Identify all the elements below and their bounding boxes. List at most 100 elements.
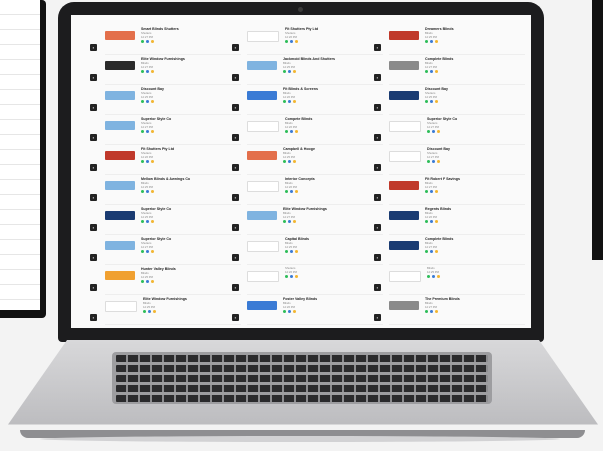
message-icon[interactable]: ▪ (374, 44, 381, 51)
message-icon[interactable]: ▪ (374, 104, 381, 111)
listing-card[interactable]: Superior Style Co Shutters 12:27 PM ▪ (90, 117, 241, 145)
listing-card[interactable]: Blinds 12:25 PM ▪ (374, 266, 525, 295)
phone-icon[interactable] (430, 190, 433, 194)
status-dot-icon (427, 130, 430, 134)
status-dot-icon (143, 310, 146, 314)
listing-card[interactable]: Smart Blinds Shutters Shutters 12:27 PM ▪ (90, 27, 241, 55)
phone-icon[interactable] (146, 220, 149, 224)
listing-card[interactable]: Campbell & Hooge Blinds 12:25 PM ▪ (232, 147, 383, 175)
business-logo (389, 31, 419, 40)
phone-icon[interactable] (146, 280, 149, 284)
listing-card[interactable]: Interior Concepts Blinds 12:26 PM ▪ (232, 177, 383, 205)
message-icon[interactable]: ▪ (90, 314, 97, 321)
phone-icon[interactable] (146, 100, 149, 104)
listing-card[interactable]: Elite Window Furnishings Blinds 12:25 PM ▪ (90, 297, 241, 325)
listing-card[interactable]: Complete Blinds Blinds 12:27 PM ▪ (374, 57, 525, 85)
status-dot-icon (141, 40, 144, 44)
message-icon[interactable]: ▪ (232, 224, 239, 231)
message-icon[interactable]: ▪ (374, 224, 381, 231)
listing-card[interactable]: Superior Style Co Shutters 12:25 PM ▪ (90, 207, 241, 235)
phone-icon[interactable] (432, 275, 435, 279)
listing-card[interactable]: Fit Shutters Pty Ltd Shutters 12:26 PM ▪ (90, 147, 241, 175)
listing-card[interactable]: The Premium Blinds Blinds 12:27 PM ▪ (374, 297, 525, 325)
phone-icon[interactable] (146, 250, 149, 254)
business-logo (389, 301, 419, 310)
listing-card[interactable]: Fit Blinds & Screens Blinds 12:26 PM ▪ (232, 87, 383, 115)
phone-icon[interactable] (146, 40, 149, 44)
listing-card[interactable]: Mellow Blinds & Awnings Co Blinds 12:25 PM… (90, 177, 241, 205)
message-icon[interactable]: ▪ (90, 224, 97, 231)
listing-card[interactable]: Discount Bay Shutters 12:25 PM ▪ (374, 87, 525, 115)
message-icon[interactable]: ▪ (232, 104, 239, 111)
phone-icon[interactable] (146, 160, 149, 164)
phone-icon[interactable] (430, 70, 433, 74)
listing-card[interactable]: Fit Robert F Savings Blinds 12:27 PM ▪ (374, 177, 525, 205)
message-icon[interactable]: ▪ (374, 134, 381, 141)
phone-icon[interactable] (288, 310, 291, 314)
message-icon[interactable]: ▪ (374, 284, 381, 291)
phone-icon[interactable] (288, 160, 291, 164)
phone-icon[interactable] (290, 250, 293, 254)
listing-card[interactable]: Elite Window Furnishings Blinds 12:27 PM ▪ (232, 207, 383, 235)
message-icon[interactable]: ▪ (232, 194, 239, 201)
phone-icon[interactable] (430, 100, 433, 104)
listing-card[interactable]: Elite Window Furnishings Blinds 12:27 PM ▪ (90, 57, 241, 85)
listing-card[interactable]: Foster Valley Blinds Blinds 12:26 PM ▪ (232, 297, 383, 325)
listing-card[interactable]: Compete Blinds Blinds 12:26 PM ▪ (232, 117, 383, 145)
message-icon[interactable]: ▪ (374, 254, 381, 261)
message-icon[interactable]: ▪ (90, 44, 97, 51)
phone-icon[interactable] (430, 310, 433, 314)
listing-card[interactable]: Superior Style Co Shutters 12:27 PM ▪ (90, 237, 241, 265)
message-icon[interactable]: ▪ (90, 104, 97, 111)
listing-card[interactable]: Discount Bay Shutters 12:25 PM ▪ (90, 87, 241, 115)
message-icon[interactable]: ▪ (90, 164, 97, 171)
listing-card[interactable]: Discount Bay Shutters 12:27 PM ▪ (374, 147, 525, 175)
business-logo (105, 31, 135, 40)
listing-card[interactable]: Regents Blinds Blinds 12:26 PM ▪ (374, 207, 525, 235)
listing-card[interactable]: Hunter Valley Blinds Blinds 12:25 PM ▪ (90, 267, 241, 295)
message-icon[interactable]: ▪ (374, 74, 381, 81)
phone-icon[interactable] (290, 190, 293, 194)
message-icon[interactable]: ▪ (374, 164, 381, 171)
phone-icon[interactable] (146, 70, 149, 74)
phone-icon[interactable] (290, 130, 293, 134)
listing-card[interactable]: Dreamers Blinds Blinds 12:25 PM ▪ (374, 27, 525, 55)
message-icon[interactable]: ▪ (90, 254, 97, 261)
listing-card[interactable]: Jackmoid Blinds And Shutters Blinds 12:25 … (232, 57, 383, 85)
message-icon[interactable]: ▪ (90, 74, 97, 81)
message-icon[interactable]: ▪ (232, 134, 239, 141)
message-icon[interactable]: ▪ (232, 314, 239, 321)
phone-icon[interactable] (148, 310, 151, 314)
listing-card[interactable]: Shutters 12:26 PM ▪ (232, 266, 383, 295)
phone-icon[interactable] (430, 40, 433, 44)
phone-icon[interactable] (432, 160, 435, 164)
star-icon (295, 275, 298, 279)
message-icon[interactable]: ▪ (374, 194, 381, 201)
business-time: 12:27 PM (425, 244, 437, 249)
phone-icon[interactable] (430, 250, 433, 254)
status-dot-icon (425, 190, 428, 194)
phone-icon[interactable] (288, 100, 291, 104)
message-icon[interactable]: ▪ (90, 134, 97, 141)
phone-icon[interactable] (432, 130, 435, 134)
message-icon[interactable]: ▪ (374, 314, 381, 321)
message-icon[interactable]: ▪ (232, 74, 239, 81)
message-icon[interactable]: ▪ (232, 44, 239, 51)
listing-card[interactable]: Capital Blinds Blinds 12:25 PM ▪ (232, 237, 383, 265)
phone-icon[interactable] (288, 70, 291, 74)
business-logo (389, 181, 419, 190)
listing-card[interactable]: Superior Style Co Shutters 12:27 PM ▪ (374, 117, 525, 145)
listing-card[interactable]: Fit Shutters Pty Ltd Shutters 12:26 PM ▪ (232, 27, 383, 55)
phone-icon[interactable] (146, 190, 149, 194)
phone-icon[interactable] (146, 130, 149, 134)
message-icon[interactable]: ▪ (232, 284, 239, 291)
message-icon[interactable]: ▪ (90, 284, 97, 291)
message-icon[interactable]: ▪ (232, 164, 239, 171)
message-icon[interactable]: ▪ (232, 254, 239, 261)
phone-icon[interactable] (290, 275, 293, 279)
phone-icon[interactable] (288, 220, 291, 224)
phone-icon[interactable] (430, 220, 433, 224)
phone-icon[interactable] (290, 40, 293, 44)
message-icon[interactable]: ▪ (90, 194, 97, 201)
listing-card[interactable]: Complete Blinds Blinds 12:27 PM ▪ (374, 237, 525, 265)
